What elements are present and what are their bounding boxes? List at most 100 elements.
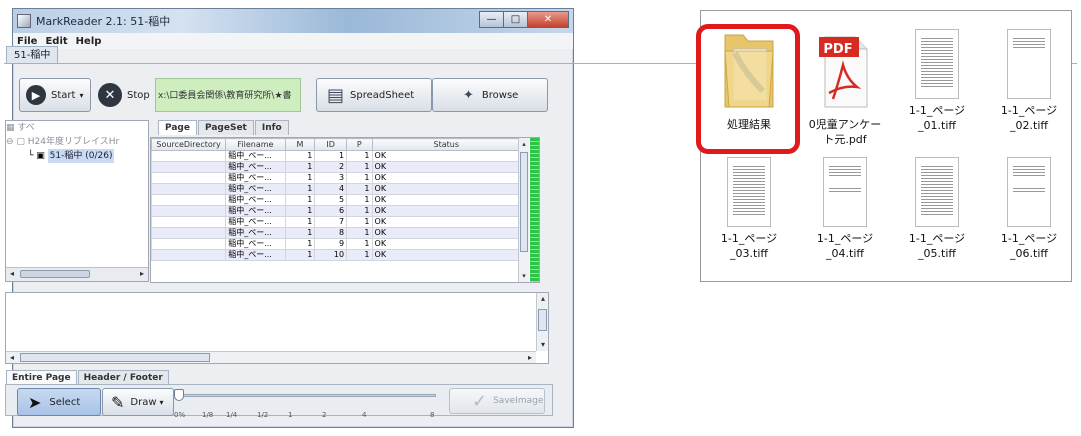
slider-track[interactable] (178, 394, 436, 397)
table-row[interactable]: 稲中_ペー... 1 8 1 OK (151, 227, 522, 239)
table-row[interactable]: 稲中_ペー... 1 7 1 OK (151, 216, 522, 228)
spreadsheet-icon: ▤ (327, 84, 345, 106)
tab-document[interactable]: 51-稲中 (6, 46, 59, 64)
file-item-tiff[interactable]: 1-1_ページ_04.tiff (805, 157, 885, 261)
pdf-icon (819, 36, 868, 108)
table-tabs: Page PageSet Info (158, 120, 290, 135)
scroll-right-icon[interactable]: ▸ (524, 352, 536, 364)
select-button[interactable]: ➤ Select (17, 388, 101, 416)
table-row[interactable]: 稲中_ペー... 1 5 1 OK (151, 194, 522, 206)
page-table[interactable]: SourceDirectory Filename M ID P Status 稲中_ペー.… (150, 137, 540, 283)
file-name: 1-1_ページ_01.tiff (908, 104, 966, 132)
scroll-left-icon[interactable]: ◂ (6, 268, 18, 280)
scroll-thumb[interactable] (538, 309, 547, 331)
folder-tree[interactable]: ▦ すべ ⊖ ▢ H24年度リブレイスHr └ ▣ 51-稲中 (0/26) ◂… (5, 120, 149, 282)
table-row[interactable]: 稲中_ペー... 1 6 1 OK (151, 205, 522, 217)
file-name: 1-1_ページ_02.tiff (1000, 104, 1058, 132)
column-header[interactable]: Filename (225, 138, 286, 151)
save-image-button[interactable]: ✓ SaveImage (449, 388, 545, 414)
table-cell: 4 (314, 183, 348, 195)
select-label: Select (49, 396, 81, 408)
table-row[interactable]: 稲中_ペー... 1 4 1 OK (151, 183, 522, 195)
table-body: 稲中_ペー... 1 1 1 OK 稲中_ペー... 1 2 1 OK 稲中_ペー... 1 3 1 OK 稲… (151, 150, 522, 261)
tree-horizontal-scrollbar[interactable]: ◂ ▸ (6, 267, 148, 281)
table-row[interactable]: 稲中_ペー... 1 1 1 OK (151, 150, 522, 162)
tree-root[interactable]: ▦ すべ (6, 121, 148, 135)
tiff-thumbnail (915, 157, 959, 227)
zoom-tick: 1 (288, 411, 293, 419)
tab-pageset[interactable]: PageSet (197, 120, 254, 135)
table-cell (151, 194, 227, 206)
scroll-thumb[interactable] (520, 152, 528, 252)
tab-entire-page[interactable]: Entire Page (6, 370, 77, 385)
browse-button[interactable]: ✦ Browse (432, 78, 548, 112)
draw-button[interactable]: ✎ Draw ▾ (102, 388, 174, 416)
title-bar[interactable]: MarkReader 2.1: 51-稲中 — □ ✕ (13, 9, 573, 33)
table-row[interactable]: 稲中_ペー... 1 10 1 OK (151, 249, 522, 261)
table-cell (151, 249, 227, 261)
tree-node-selected[interactable]: └ ▣ 51-稲中 (0/26) (6, 149, 148, 163)
tab-page[interactable]: Page (158, 120, 197, 135)
table-cell (151, 150, 227, 162)
table-cell: 稲中_ペー... (225, 205, 286, 217)
scroll-up-icon[interactable]: ▴ (519, 138, 529, 150)
tab-info[interactable]: Info (254, 120, 289, 135)
close-button[interactable]: ✕ (527, 11, 569, 28)
table-cell: OK (371, 216, 522, 228)
table-cell: 1 (346, 183, 373, 195)
table-cell: OK (371, 205, 522, 217)
column-header[interactable]: M (284, 138, 316, 151)
menu-help[interactable]: Help (76, 36, 102, 47)
scroll-down-icon[interactable]: ▾ (537, 339, 549, 351)
slider-knob[interactable] (174, 389, 184, 401)
scroll-thumb[interactable] (20, 353, 210, 362)
building-icon: ▣ (36, 151, 45, 161)
column-header[interactable]: P (346, 138, 373, 151)
view-tabs: Entire Page Header / Footer (6, 370, 170, 385)
scroll-down-icon[interactable]: ▾ (519, 270, 529, 282)
file-item-pdf[interactable]: PDF 0児童アンケート元.pdf (805, 23, 885, 147)
scroll-thumb[interactable] (20, 270, 90, 278)
scroll-right-icon[interactable]: ▸ (136, 268, 148, 280)
scroll-left-icon[interactable]: ◂ (6, 352, 18, 364)
chevron-down-icon: ▾ (79, 90, 84, 100)
table-cell: 1 (284, 161, 316, 173)
file-item-tiff[interactable]: 1-1_ページ_02.tiff (989, 29, 1069, 133)
table-cell: 1 (346, 227, 373, 239)
log-horizontal-scrollbar[interactable]: ◂ ▸ (6, 351, 536, 363)
minimize-button[interactable]: — (479, 11, 504, 28)
table-cell: OK (371, 194, 522, 206)
progress-indicator (530, 138, 539, 282)
column-header[interactable]: Status (371, 138, 522, 151)
scroll-up-icon[interactable]: ▴ (537, 293, 549, 305)
table-cell: 9 (314, 238, 348, 250)
table-cell: 8 (314, 227, 348, 239)
table-cell: 稲中_ペー... (225, 227, 286, 239)
table-cell: 1 (284, 150, 316, 162)
tab-header-footer[interactable]: Header / Footer (77, 370, 169, 385)
log-area[interactable]: ▴ ▾ ◂ ▸ (5, 292, 549, 364)
menu-edit[interactable]: Edit (45, 36, 67, 47)
tree-node-folder[interactable]: ⊖ ▢ H24年度リブレイスHr (6, 135, 148, 149)
table-cell: 稲中_ペー... (225, 150, 286, 162)
table-cell: 7 (314, 216, 348, 228)
spreadsheet-button[interactable]: ▤ SpreadSheet (316, 78, 432, 112)
file-item-tiff[interactable]: 1-1_ページ_03.tiff (709, 157, 789, 261)
table-row[interactable]: 稲中_ペー... 1 2 1 OK (151, 161, 522, 173)
table-row[interactable]: 稲中_ペー... 1 9 1 OK (151, 238, 522, 250)
zoom-slider[interactable]: 0% 1/8 1/4 1/2 1 2 4 8 (174, 389, 436, 419)
tiff-thumbnail (1007, 29, 1051, 99)
table-row[interactable]: 稲中_ペー... 1 3 1 OK (151, 172, 522, 184)
column-header[interactable]: ID (314, 138, 348, 151)
stop-button[interactable]: ✕ Stop (92, 78, 154, 112)
spreadsheet-label: SpreadSheet (350, 89, 415, 101)
file-item-tiff[interactable]: 1-1_ページ_01.tiff (897, 29, 977, 133)
menu-file[interactable]: File (17, 36, 37, 47)
column-header[interactable]: SourceDirectory (151, 138, 227, 151)
start-button[interactable]: ▶ Start ▾ (19, 78, 91, 112)
file-item-tiff[interactable]: 1-1_ページ_06.tiff (989, 157, 1069, 261)
maximize-button[interactable]: □ (503, 11, 528, 28)
file-item-tiff[interactable]: 1-1_ページ_05.tiff (897, 157, 977, 261)
table-vertical-scrollbar[interactable]: ▴ ▾ (518, 138, 529, 282)
log-vertical-scrollbar[interactable]: ▴ ▾ (536, 293, 548, 351)
